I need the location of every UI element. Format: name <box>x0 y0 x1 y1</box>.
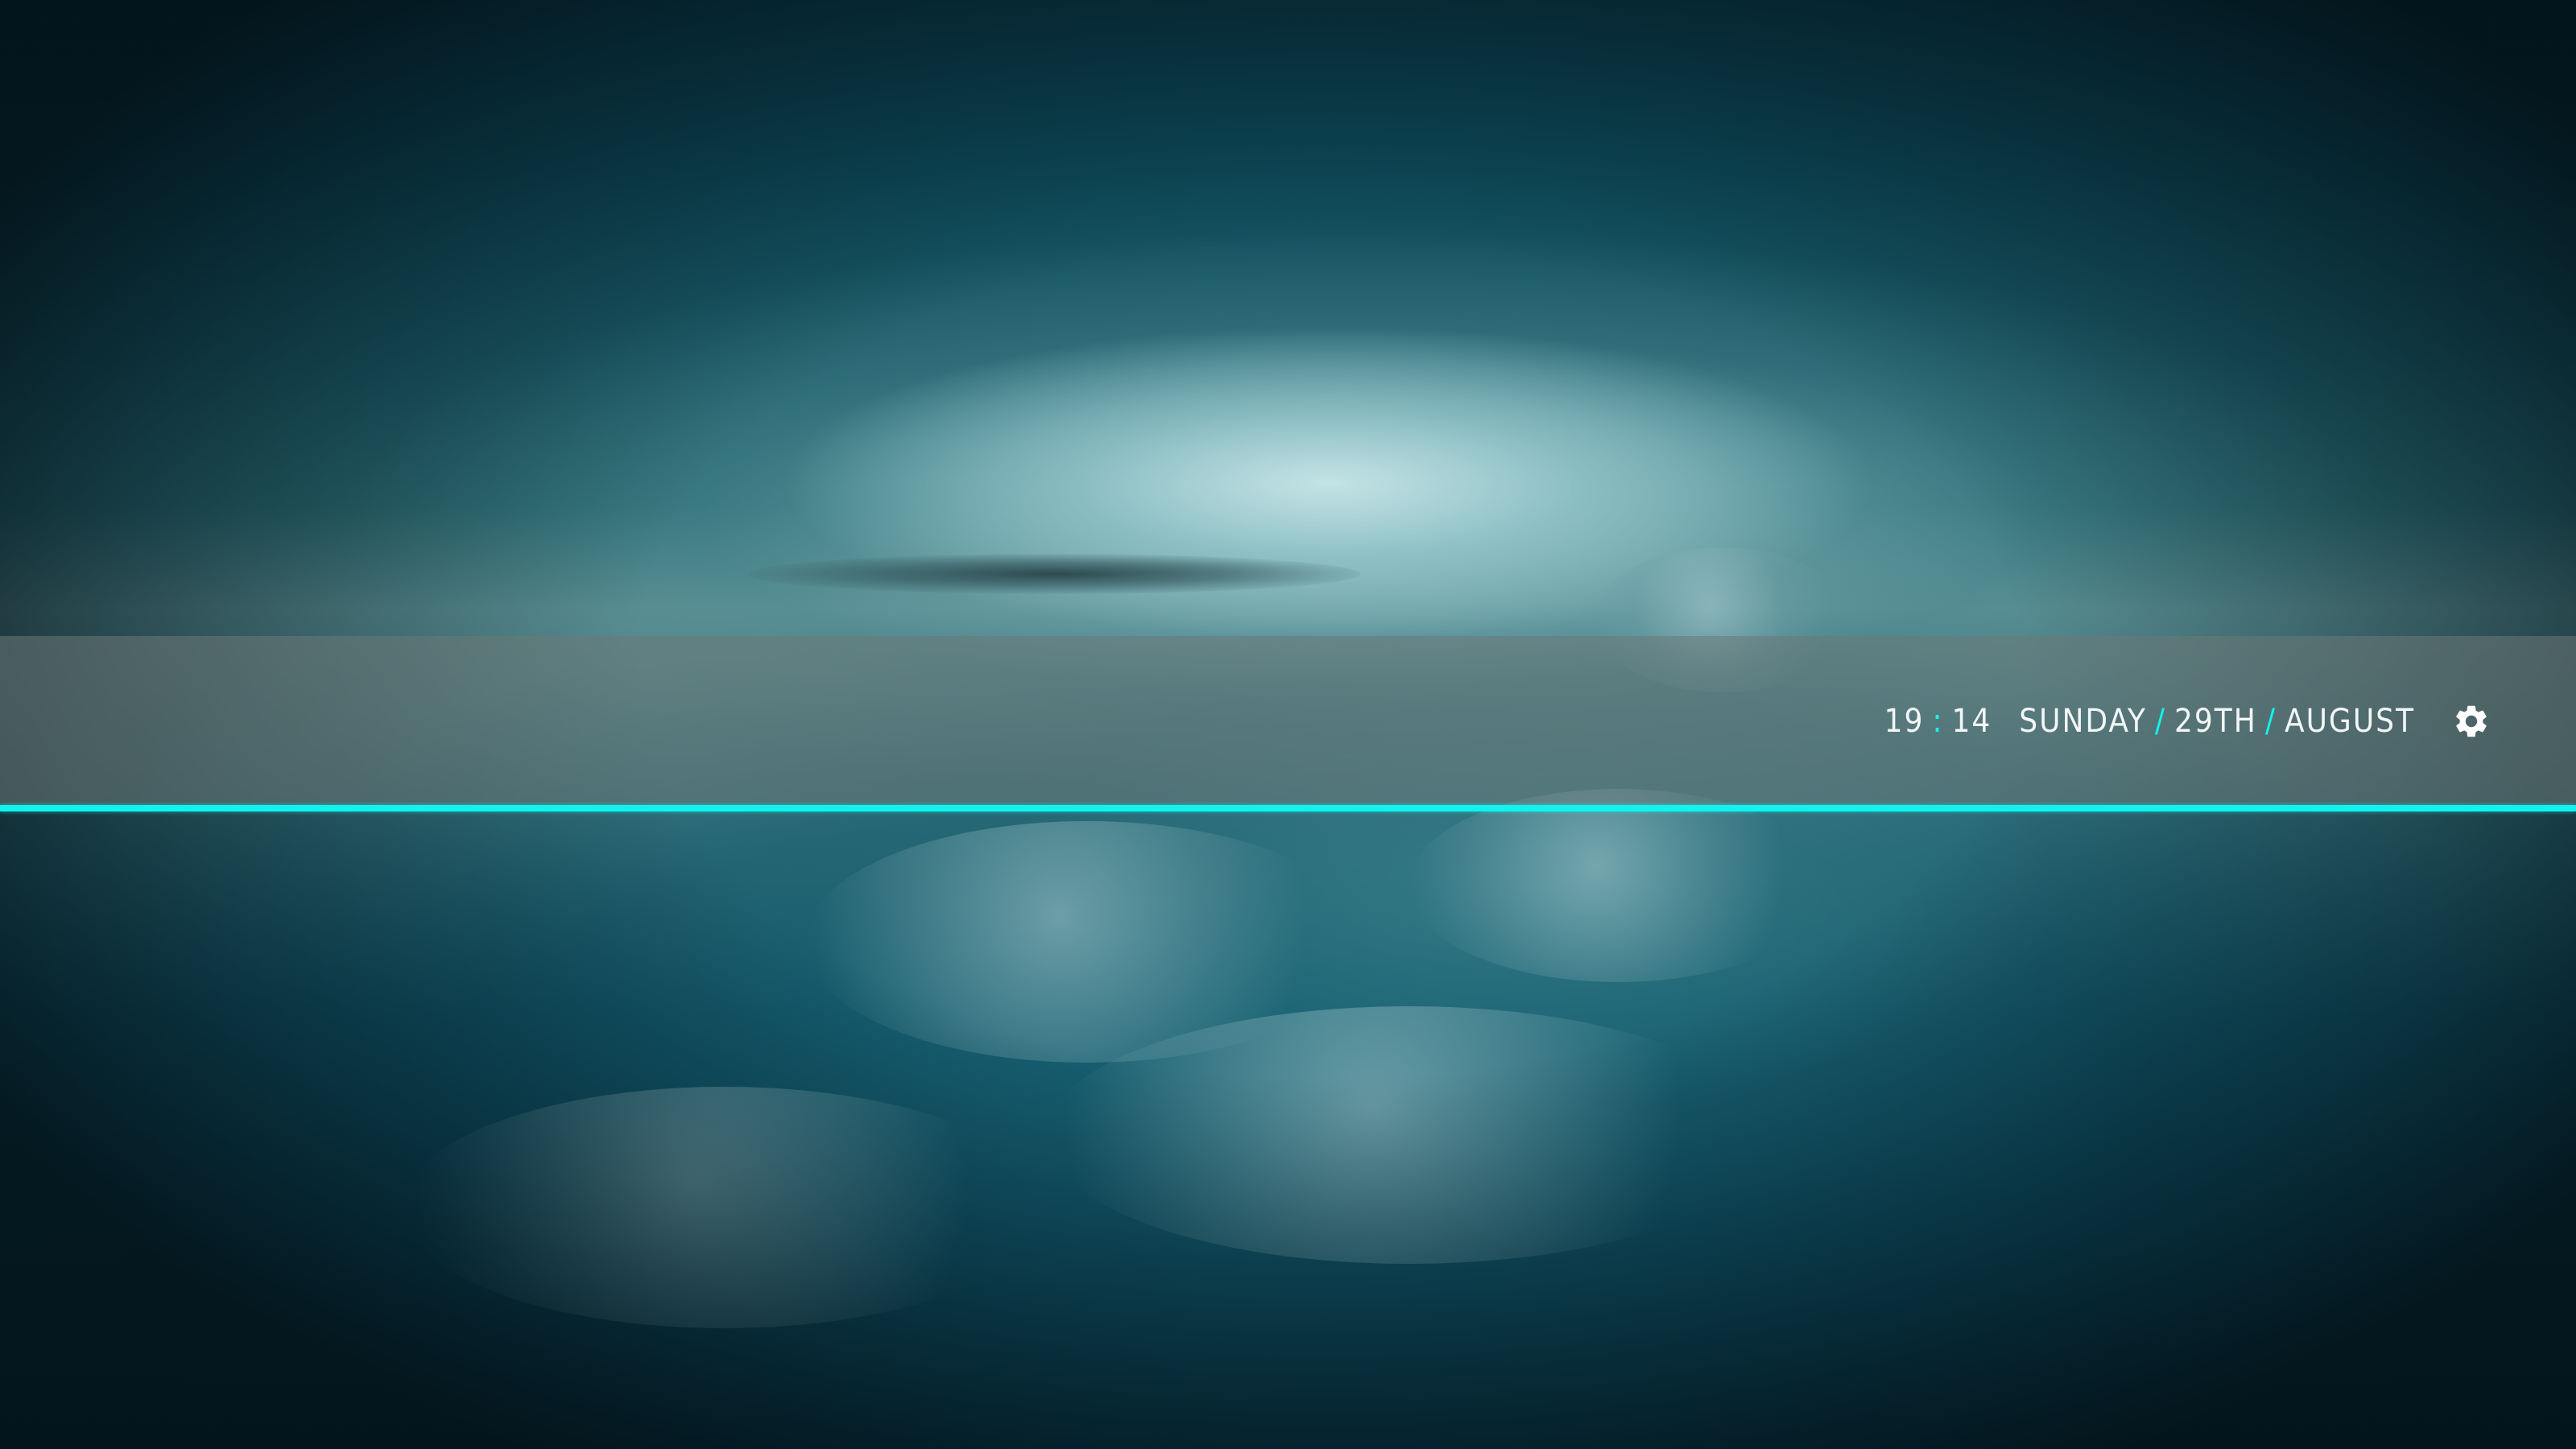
settings-button[interactable] <box>2452 702 2491 741</box>
clock: 19 : 14 <box>1885 703 1992 740</box>
date-weekday: Sunday <box>2019 703 2147 740</box>
clock-hours: 19 <box>1884 703 1925 740</box>
date: Sunday / 29th / August <box>2019 703 2415 740</box>
date-day: 29th <box>2174 703 2257 740</box>
status-group: 19 : 14 Sunday / 29th / August <box>1885 697 2415 745</box>
home-screen: 19 : 14 Sunday / 29th / August <box>0 0 2576 1449</box>
gear-icon <box>2456 705 2487 737</box>
date-separator: / <box>2264 703 2277 740</box>
date-separator: / <box>2154 703 2166 740</box>
accent-line <box>0 805 2576 811</box>
date-month: August <box>2284 703 2415 740</box>
clock-separator: : <box>1932 703 1944 740</box>
clock-minutes: 14 <box>1951 703 1992 740</box>
